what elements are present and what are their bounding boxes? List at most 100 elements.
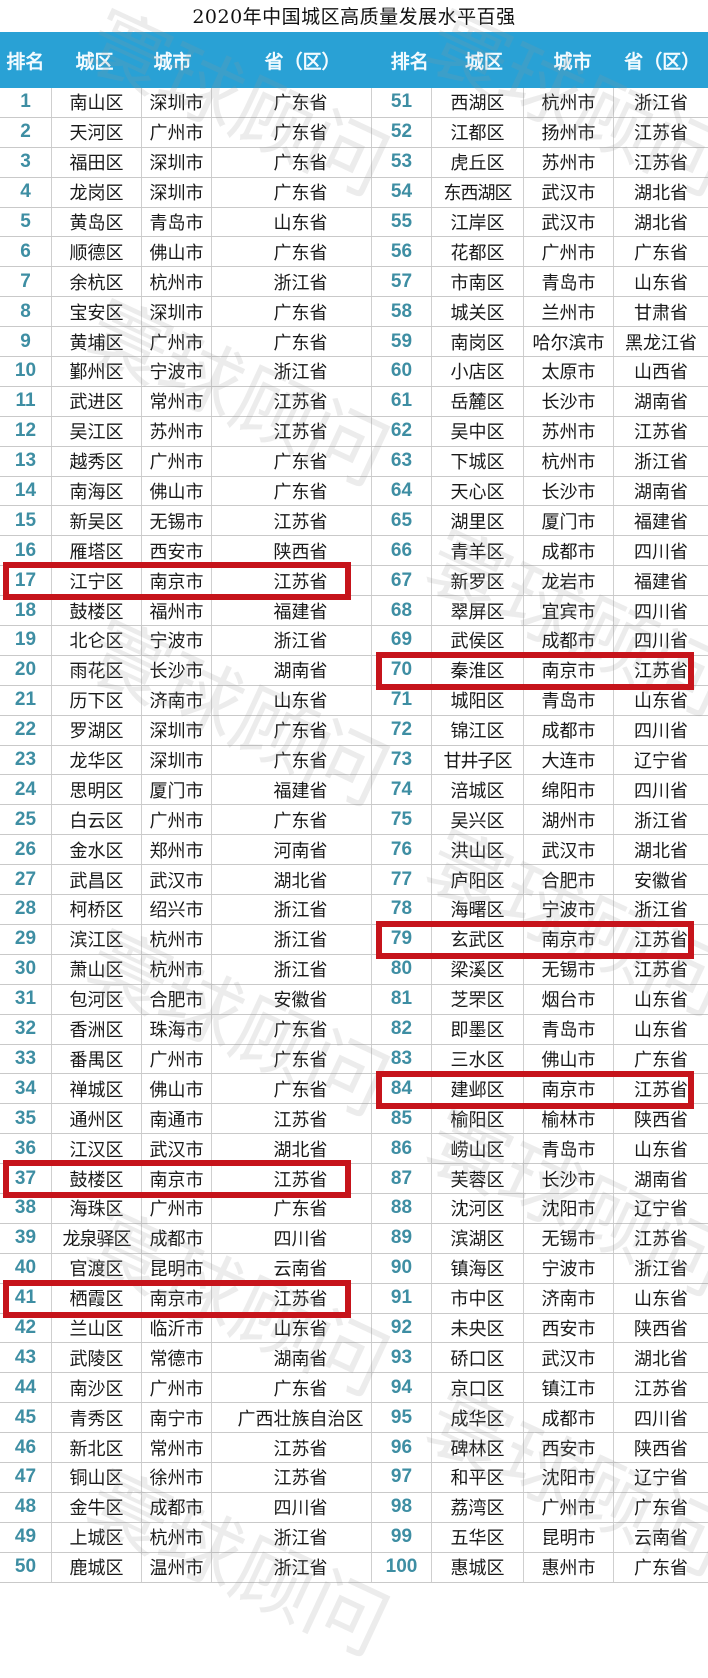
- district-cell: 镇海区: [432, 1253, 524, 1283]
- city-cell: 青岛市: [524, 1134, 614, 1164]
- city-cell: 成都市: [524, 1403, 614, 1433]
- district-cell: 罗湖区: [52, 715, 142, 745]
- rank-cell: 84: [372, 1074, 432, 1104]
- district-cell: 顺德区: [52, 237, 142, 267]
- table-row: 7 余杭区 杭州市 浙江省 57 市南区 青岛市 山东省: [0, 267, 708, 298]
- rank-cell: 55: [372, 207, 432, 237]
- province-cell: 福建省: [634, 571, 688, 593]
- rank-cell: 1: [0, 88, 52, 117]
- province-cell: 江苏省: [212, 506, 372, 536]
- table-row: 4 龙岗区 深圳市 广东省 54 东西湖区 武汉市 湖北省: [0, 177, 708, 208]
- province-cell: 山东省: [634, 1139, 688, 1161]
- province-cell: 四川省: [634, 1408, 688, 1430]
- table-row: 33 番禺区 广州市 广东省 83 三水区 佛山市 广东省: [0, 1044, 708, 1075]
- rank-cell: 57: [372, 267, 432, 297]
- rank-cell: 70: [372, 655, 432, 685]
- province-cell: 辽宁省: [634, 1199, 688, 1221]
- rank-cell: 80: [372, 954, 432, 984]
- district-cell: 硚口区: [432, 1343, 524, 1373]
- district-cell: 小店区: [432, 357, 524, 386]
- rank-cell: 63: [372, 446, 432, 476]
- table-row: 18 鼓楼区 福州市 福建省 68 翠屏区 宜宾市 四川省: [0, 596, 708, 627]
- city-cell: 长沙市: [524, 476, 614, 506]
- province-cell: 广东省: [212, 476, 372, 506]
- city-cell: 深圳市: [142, 147, 212, 177]
- district-cell: 江宁区: [52, 566, 142, 596]
- city-cell: 青岛市: [524, 685, 614, 715]
- district-cell: 未央区: [432, 1313, 524, 1343]
- city-cell: 武汉市: [524, 207, 614, 237]
- province-cell: 山东省: [212, 685, 372, 715]
- rank-cell: 98: [372, 1492, 432, 1522]
- city-cell: 成都市: [524, 715, 614, 745]
- rank-cell: 46: [0, 1433, 52, 1462]
- table-row: 23 龙华区 深圳市 广东省 73 甘井子区 大连市 辽宁省: [0, 745, 708, 776]
- city-cell: 榆林市: [524, 1104, 614, 1134]
- province-cell: 广东省: [212, 1044, 372, 1074]
- city-cell: 杭州市: [524, 446, 614, 476]
- district-cell: 雨花区: [52, 655, 142, 685]
- city-cell: 南京市: [524, 924, 614, 954]
- rank-cell: 51: [372, 88, 432, 117]
- city-cell: 佛山市: [142, 237, 212, 267]
- district-cell: 市南区: [432, 267, 524, 297]
- district-cell: 甘井子区: [432, 745, 524, 775]
- province-cell: 福建省: [212, 775, 372, 805]
- rank-cell: 93: [372, 1343, 432, 1373]
- district-cell: 梁溪区: [432, 954, 524, 984]
- district-cell: 铜山区: [52, 1462, 142, 1492]
- rank-cell: 100: [372, 1552, 432, 1582]
- rank-cell: 42: [0, 1313, 52, 1343]
- district-cell: 花都区: [432, 237, 524, 267]
- city-cell: 南京市: [524, 655, 614, 685]
- district-cell: 玄武区: [432, 924, 524, 954]
- province-cell: 江苏省: [212, 1104, 372, 1134]
- province-cell: 辽宁省: [634, 1468, 688, 1490]
- district-cell: 北仑区: [52, 626, 142, 655]
- table-row: 27 武昌区 武汉市 湖北省 77 庐阳区 合肥市 安徽省: [0, 865, 708, 896]
- province-cell: 浙江省: [212, 267, 372, 297]
- rank-cell: 79: [372, 924, 432, 954]
- district-cell: 金水区: [52, 835, 142, 865]
- city-cell: 沈阳市: [524, 1193, 614, 1223]
- header-rank-right: 排名: [390, 50, 429, 73]
- table-row: 46 新北区 常州市 江苏省 96 碑林区 西安市 陕西省: [0, 1433, 708, 1463]
- rank-cell: 21: [0, 685, 52, 715]
- district-cell: 三水区: [432, 1044, 524, 1074]
- rank-cell: 29: [0, 924, 52, 954]
- province-cell: 江苏省: [634, 930, 688, 952]
- table-row: 15 新吴区 无锡市 江苏省 65 湖里区 厦门市 福建省: [0, 506, 708, 537]
- province-cell: 浙江省: [212, 1522, 372, 1552]
- district-cell: 龙泉驿区: [52, 1223, 142, 1253]
- rank-cell: 26: [0, 835, 52, 865]
- province-cell: 浙江省: [212, 1552, 372, 1582]
- rank-cell: 33: [0, 1044, 52, 1074]
- rank-cell: 17: [0, 566, 52, 596]
- rank-cell: 5: [0, 207, 52, 237]
- city-cell: 昆明市: [142, 1253, 212, 1283]
- district-cell: 锦江区: [432, 715, 524, 745]
- province-cell: 浙江省: [634, 900, 688, 922]
- district-cell: 上城区: [52, 1522, 142, 1552]
- province-cell: 湖北省: [634, 183, 688, 205]
- rank-cell: 4: [0, 177, 52, 207]
- province-cell: 湖南省: [634, 482, 688, 504]
- district-cell: 宝安区: [52, 297, 142, 327]
- city-cell: 宁波市: [142, 357, 212, 386]
- district-cell: 建邺区: [432, 1074, 524, 1104]
- header-city-right: 城市: [553, 50, 592, 73]
- header-district-right: 城区: [464, 50, 503, 73]
- district-cell: 武昌区: [52, 865, 142, 895]
- district-cell: 柯桥区: [52, 895, 142, 924]
- city-cell: 绵阳市: [524, 775, 614, 805]
- district-cell: 栖霞区: [52, 1283, 142, 1313]
- city-cell: 广州市: [142, 1193, 212, 1223]
- city-cell: 苏州市: [524, 147, 614, 177]
- province-cell: 湖北省: [212, 865, 372, 895]
- city-cell: 南京市: [142, 1164, 212, 1193]
- city-cell: 烟台市: [524, 984, 614, 1014]
- rank-cell: 24: [0, 775, 52, 805]
- city-cell: 哈尔滨市: [524, 327, 614, 357]
- table-row: 11 武进区 常州市 江苏省 61 岳麓区 长沙市 湖南省: [0, 386, 708, 417]
- city-cell: 南京市: [142, 566, 212, 596]
